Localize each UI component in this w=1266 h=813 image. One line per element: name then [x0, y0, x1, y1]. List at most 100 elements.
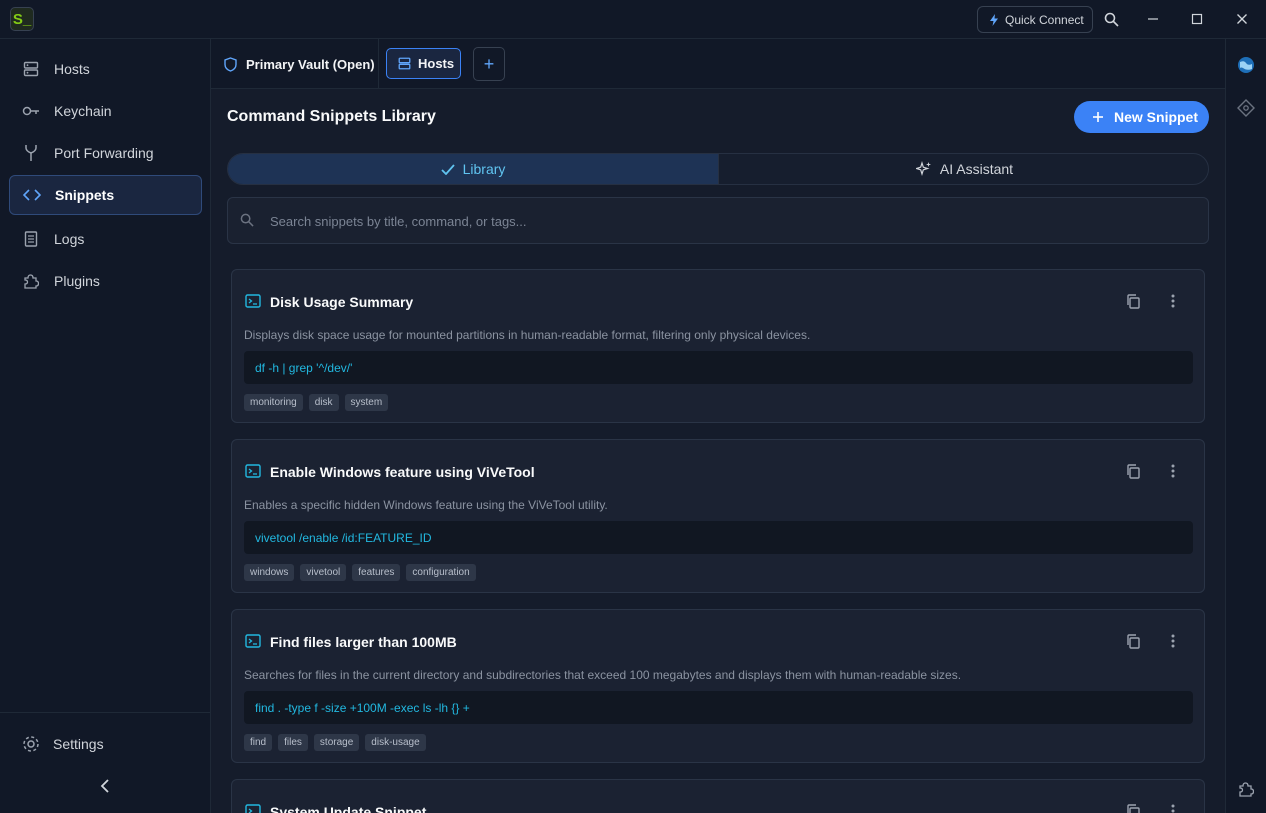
title-bar: S_ Quick Connect	[0, 0, 1266, 39]
tag[interactable]: find	[244, 734, 273, 751]
search-input[interactable]	[270, 208, 1190, 234]
minimize-icon[interactable]	[1142, 8, 1164, 30]
snippet-card[interactable]: System Update Snippet	[231, 779, 1205, 813]
tag[interactable]: system	[344, 394, 389, 411]
page-title: Command Snippets Library	[227, 108, 436, 125]
snippet-title: System Update Snippet	[270, 804, 427, 813]
copy-icon[interactable]	[1124, 292, 1142, 310]
more-vertical-icon[interactable]	[1164, 632, 1182, 650]
maximize-icon[interactable]	[1186, 8, 1208, 30]
terminal-icon	[245, 804, 261, 813]
more-vertical-icon[interactable]	[1164, 292, 1182, 310]
diamond-icon[interactable]	[1236, 98, 1256, 118]
log-icon	[22, 230, 40, 248]
sidebar-item-plugins[interactable]: Plugins	[9, 261, 202, 301]
snippet-card[interactable]: Disk Usage Summary Displays disk space u…	[231, 269, 1205, 423]
snippet-description: Searches for files in the current direct…	[244, 668, 962, 682]
snippet-description: Displays disk space usage for mounted pa…	[244, 328, 811, 342]
server-icon	[398, 57, 411, 70]
tag[interactable]: windows	[244, 564, 295, 581]
snippet-card[interactable]: Find files larger than 100MB Searches fo…	[231, 609, 1205, 763]
search-box	[227, 197, 1209, 244]
tab-hosts[interactable]: Hosts	[386, 48, 461, 79]
terminal-icon	[245, 634, 261, 648]
tab-library-label: Library	[462, 161, 506, 177]
app-logo: S_	[10, 7, 34, 31]
sidebar: Hosts Keychain Port Forwarding Snippets …	[0, 39, 211, 813]
tag[interactable]: configuration	[406, 564, 476, 581]
gear-icon	[23, 736, 39, 752]
settings-label: Settings	[53, 736, 104, 752]
sidebar-item-logs[interactable]: Logs	[9, 219, 202, 259]
snippet-tags: monitoring disk system	[244, 394, 389, 411]
sidebar-item-label: Keychain	[54, 103, 112, 119]
right-toolbar	[1225, 39, 1266, 813]
search-icon[interactable]	[1100, 8, 1122, 30]
sidebar-item-label: Hosts	[54, 61, 90, 77]
puzzle-icon[interactable]	[1236, 779, 1256, 799]
add-tab-button[interactable]: +	[473, 47, 505, 81]
copy-icon[interactable]	[1124, 462, 1142, 480]
sidebar-item-label: Port Forwarding	[54, 145, 154, 161]
check-icon	[440, 163, 455, 175]
tag[interactable]: vivetool	[300, 564, 347, 581]
sparkles-icon	[915, 161, 931, 177]
fork-icon	[22, 144, 40, 162]
server-icon	[22, 60, 40, 78]
tab-ai-assistant[interactable]: AI Assistant	[718, 154, 1208, 184]
sidebar-item-port-forwarding[interactable]: Port Forwarding	[9, 133, 202, 173]
terminal-icon	[245, 294, 261, 308]
tag[interactable]: files	[278, 734, 308, 751]
main-content: Primary Vault (Open) Hosts + Command Sni…	[211, 39, 1225, 813]
new-snippet-label: New Snippet	[1114, 109, 1199, 125]
tag[interactable]: storage	[313, 734, 360, 751]
tab-label: Hosts	[418, 56, 455, 71]
search-icon	[240, 213, 254, 227]
snippet-command[interactable]: df -h | grep '^/dev/'	[244, 351, 1193, 384]
view-toggle: Library AI Assistant	[227, 153, 1209, 185]
copy-icon[interactable]	[1124, 632, 1142, 650]
snippet-description: Enables a specific hidden Windows featur…	[244, 498, 608, 512]
sidebar-item-label: Snippets	[55, 187, 115, 203]
tag[interactable]: disk-usage	[365, 734, 426, 751]
plus-icon	[1093, 112, 1103, 122]
snippet-card[interactable]: Enable Windows feature using ViVeTool En…	[231, 439, 1205, 593]
snippet-command[interactable]: find . -type f -size +100M -exec ls -lh …	[244, 691, 1193, 724]
tab-ai-label: AI Assistant	[939, 161, 1014, 177]
tag[interactable]: disk	[308, 394, 339, 411]
shield-icon	[224, 56, 237, 72]
sidebar-item-label: Logs	[54, 231, 85, 247]
globe-icon[interactable]	[1236, 55, 1256, 75]
sidebar-item-keychain[interactable]: Keychain	[9, 91, 202, 131]
chevron-left-icon	[100, 779, 109, 793]
terminal-icon	[245, 464, 261, 478]
tab-primary-vault[interactable]: Primary Vault (Open)	[211, 39, 379, 89]
sidebar-item-label: Plugins	[54, 273, 100, 289]
close-icon[interactable]	[1231, 8, 1253, 30]
settings-button[interactable]: Settings	[22, 735, 104, 753]
tag[interactable]: features	[352, 564, 401, 581]
code-icon	[23, 186, 41, 204]
quick-connect-label: Quick Connect	[1005, 12, 1084, 27]
snippet-title: Find files larger than 100MB	[270, 634, 457, 650]
sidebar-footer: Settings	[0, 712, 210, 813]
more-vertical-icon[interactable]	[1164, 802, 1182, 813]
sidebar-item-hosts[interactable]: Hosts	[9, 49, 202, 89]
tab-library[interactable]: Library	[228, 154, 718, 184]
lightning-icon	[990, 13, 998, 26]
snippet-title: Enable Windows feature using ViVeTool	[270, 464, 535, 480]
tab-bar: Primary Vault (Open) Hosts +	[211, 39, 1225, 89]
collapse-sidebar-button[interactable]	[94, 775, 116, 797]
snippet-tags: find files storage disk-usage	[244, 734, 426, 751]
snippet-command[interactable]: vivetool /enable /id:FEATURE_ID	[244, 521, 1193, 554]
tab-label: Primary Vault (Open)	[246, 56, 375, 72]
new-snippet-button[interactable]: New Snippet	[1074, 101, 1209, 133]
sidebar-item-snippets[interactable]: Snippets	[9, 175, 202, 215]
key-icon	[22, 102, 40, 120]
snippet-tags: windows vivetool features configuration	[244, 564, 476, 581]
snippet-title: Disk Usage Summary	[270, 294, 414, 310]
tag[interactable]: monitoring	[244, 394, 303, 411]
quick-connect-button[interactable]: Quick Connect	[977, 6, 1093, 33]
more-vertical-icon[interactable]	[1164, 462, 1182, 480]
copy-icon[interactable]	[1124, 802, 1142, 813]
